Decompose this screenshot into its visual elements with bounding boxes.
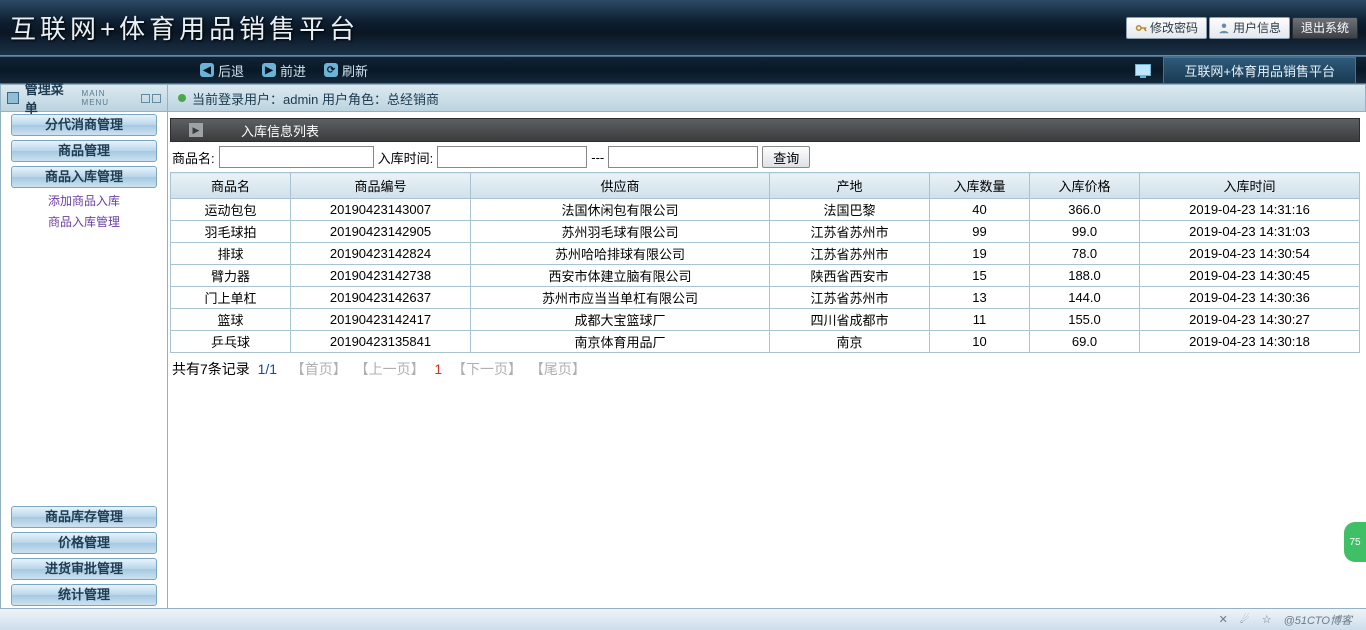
top-button-group: 修改密码 用户信息 退出系统: [1124, 17, 1366, 39]
stockin-table: 商品名 商品编号 供应商 产地 入库数量 入库价格 入库时间 运动包包20190…: [170, 172, 1360, 353]
change-password-button[interactable]: 修改密码: [1126, 17, 1207, 39]
main-header: 当前登录用户：admin 用户角色：总经销商: [168, 84, 1366, 112]
stockin-time-label: 入库时间:: [378, 148, 434, 167]
table-row[interactable]: 排球20190423142824苏州哈哈排球有限公司江苏省苏州市1978.020…: [171, 243, 1360, 265]
panel-title-bar: ▶ 入库信息列表: [170, 118, 1360, 142]
nav-forward[interactable]: ▶ 前进: [262, 61, 306, 80]
user-info-button[interactable]: 用户信息: [1209, 17, 1290, 39]
sidebar-item-price-mgmt[interactable]: 价格管理: [11, 532, 157, 554]
table-row[interactable]: 篮球20190423142417成都大宝篮球厂四川省成都市11155.02019…: [171, 309, 1360, 331]
title-bar: 互联网+体育用品销售平台 修改密码 用户信息 退出系统: [0, 0, 1366, 56]
sidebar: 管理菜单 MAIN MENU 分代消商管理 商品管理 商品入库管理 添加商品入库…: [0, 84, 168, 608]
menu-square-icon: [7, 92, 19, 104]
table-row[interactable]: 乒乓球20190423135841南京体育用品厂南京1069.02019-04-…: [171, 331, 1360, 353]
nav-tab[interactable]: 互联网+体育用品销售平台: [1163, 57, 1356, 84]
monitor-icon: [1135, 64, 1151, 76]
sidebar-sub-stockin-mgmt[interactable]: 商品入库管理: [1, 211, 167, 232]
table-row[interactable]: 羽毛球拍20190423142905苏州羽毛球有限公司江苏省苏州市9999.02…: [171, 221, 1360, 243]
sidebar-item-approval-mgmt[interactable]: 进货审批管理: [11, 558, 157, 580]
nav-bar: ◀ 后退 ▶ 前进 ⟳ 刷新 互联网+体育用品销售平台: [0, 56, 1366, 84]
pin-icon[interactable]: ✕: [1219, 613, 1228, 626]
sidebar-item-agent-mgmt[interactable]: 分代消商管理: [11, 114, 157, 136]
nav-back[interactable]: ◀ 后退: [200, 61, 244, 80]
nav-refresh[interactable]: ⟳ 刷新: [324, 61, 368, 80]
sidebar-item-stockin-mgmt[interactable]: 商品入库管理: [11, 166, 157, 188]
key-icon: [1135, 22, 1147, 34]
pager-last[interactable]: 【尾页】: [530, 361, 586, 377]
product-name-label: 商品名:: [172, 148, 215, 167]
table-row[interactable]: 臂力器20190423142738西安市体建立脑有限公司陕西省西安市15188.…: [171, 265, 1360, 287]
sidebar-item-stats-mgmt[interactable]: 统计管理: [11, 584, 157, 606]
table-row[interactable]: 运动包包20190423143007法国休闲包有限公司法国巴黎40366.020…: [171, 199, 1360, 221]
online-dot-icon: [178, 94, 186, 102]
query-button[interactable]: 查询: [762, 146, 810, 168]
star-icon[interactable]: ☆: [1262, 613, 1272, 626]
pagination: 共有7条记录 1/1 【首页】 【上一页】 1 【下一页】 【尾页】: [170, 353, 1360, 379]
pager-prev[interactable]: 【上一页】: [355, 361, 425, 377]
feedback-badge[interactable]: 75: [1344, 522, 1366, 562]
product-name-input[interactable]: [219, 146, 374, 168]
user-icon: [1218, 22, 1230, 34]
table-header-row: 商品名 商品编号 供应商 产地 入库数量 入库价格 入库时间: [171, 173, 1360, 199]
sidebar-sub-add-stockin[interactable]: 添加商品入库: [1, 190, 167, 211]
pager-current: 1: [434, 361, 442, 377]
refresh-icon: ⟳: [324, 63, 338, 77]
collapse-icon[interactable]: [141, 94, 150, 103]
filter-row: 商品名: 入库时间: --- 查询: [170, 142, 1360, 172]
main-area: 当前登录用户：admin 用户角色：总经销商 ▶ 入库信息列表 商品名: 入库时…: [168, 84, 1366, 608]
table-row[interactable]: 门上单杠20190423142637苏州市应当当单杠有限公司江苏省苏州市1314…: [171, 287, 1360, 309]
chat-icon[interactable]: ☄: [1240, 613, 1250, 626]
logout-button[interactable]: 退出系统: [1292, 17, 1358, 39]
status-bar: ✕ ☄ ☆ @51CTO博客: [0, 608, 1366, 630]
back-arrow-icon: ◀: [200, 63, 214, 77]
pager-next[interactable]: 【下一页】: [452, 361, 522, 377]
time-to-input[interactable]: [608, 146, 758, 168]
pager-first[interactable]: 【首页】: [291, 361, 347, 377]
forward-arrow-icon: ▶: [262, 63, 276, 77]
time-from-input[interactable]: [437, 146, 587, 168]
app-title: 互联网+体育用品销售平台: [0, 9, 359, 46]
sidebar-item-inventory-mgmt[interactable]: 商品库存管理: [11, 506, 157, 528]
sidebar-item-product-mgmt[interactable]: 商品管理: [11, 140, 157, 162]
sidebar-header: 管理菜单 MAIN MENU: [1, 84, 167, 112]
play-icon: ▶: [189, 123, 203, 137]
watermark: @51CTO博客: [1284, 612, 1352, 628]
expand-icon[interactable]: [152, 94, 161, 103]
